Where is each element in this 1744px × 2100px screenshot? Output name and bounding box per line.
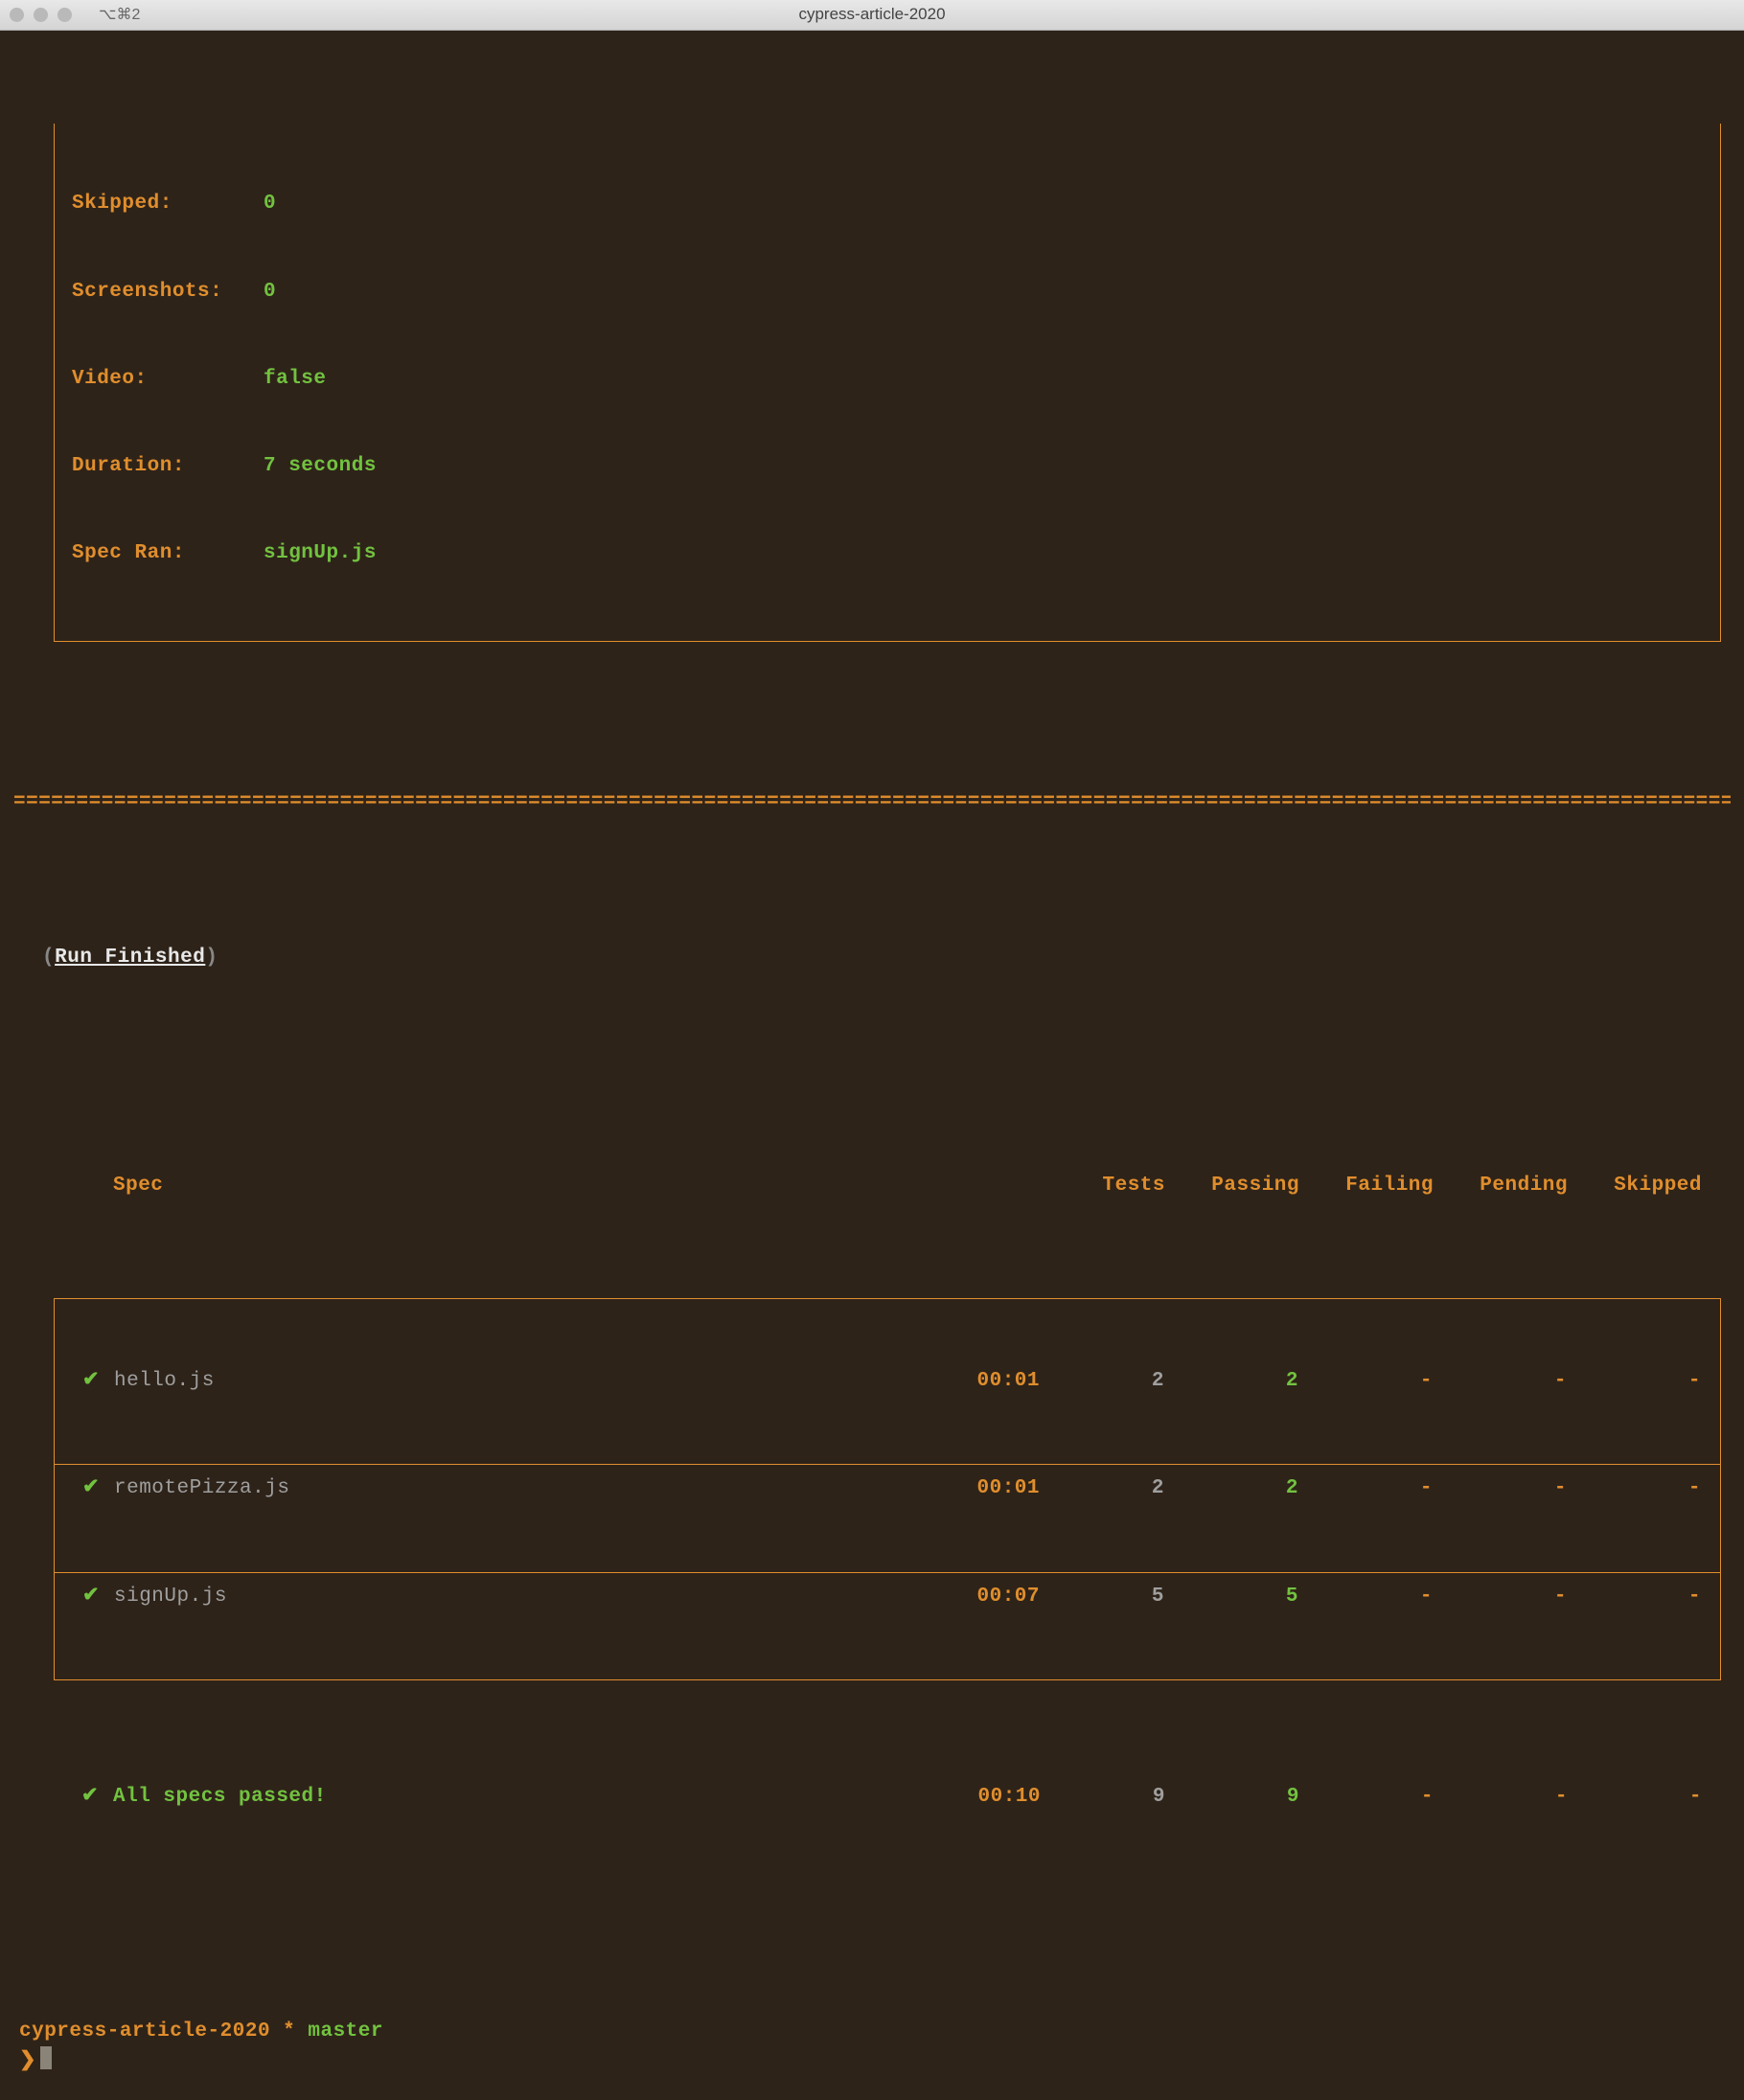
col-passing: Passing: [1171, 1172, 1305, 1200]
stats-label: Spec Ran:: [72, 539, 264, 568]
prompt-caret-icon: ❯: [19, 2050, 36, 2072]
stats-value: 0: [264, 190, 276, 218]
close-icon[interactable]: [10, 8, 24, 22]
spec-skipped: -: [1572, 1583, 1707, 1611]
footer-failing: -: [1305, 1783, 1439, 1812]
spec-results-table: Spec Tests Passing Failing Pending Skipp…: [54, 1114, 1721, 1871]
spec-name: signUp.js: [114, 1583, 921, 1611]
window-titlebar: ⌥⌘2 cypress-article-2020: [0, 0, 1744, 31]
table-footer: ✔ All specs passed! 00:10 9 9 - - -: [54, 1768, 1721, 1812]
table-header: Spec Tests Passing Failing Pending Skipp…: [54, 1172, 1721, 1210]
spec-failing: -: [1304, 1474, 1438, 1503]
minimize-icon[interactable]: [34, 8, 48, 22]
spec-failing: -: [1304, 1583, 1438, 1611]
spec-passing: 2: [1170, 1474, 1304, 1503]
spec-tests: 2: [1045, 1474, 1170, 1503]
spec-time: 00:01: [921, 1367, 1045, 1396]
check-icon: ✔: [67, 1783, 113, 1812]
stats-label: Skipped:: [72, 190, 264, 218]
stats-row-spec-ran: Spec Ran: signUp.js: [72, 539, 1703, 568]
footer-passing: 9: [1171, 1783, 1305, 1812]
tab-shortcut-hint: ⌥⌘2: [99, 4, 140, 26]
spec-skipped: -: [1572, 1367, 1707, 1396]
paren-close: ): [205, 947, 218, 969]
stats-value: 7 seconds: [264, 452, 377, 481]
footer-text: All specs passed!: [113, 1783, 922, 1812]
zoom-icon[interactable]: [57, 8, 72, 22]
footer-pending: -: [1439, 1783, 1573, 1812]
git-dirty-icon: *: [283, 2020, 295, 2043]
section-divider: ========================================…: [13, 788, 1731, 817]
col-skipped: Skipped: [1573, 1172, 1708, 1200]
stats-row-skipped: Skipped: 0: [72, 190, 1703, 218]
spec-passing: 2: [1170, 1367, 1304, 1396]
spec-tests: 2: [1045, 1367, 1170, 1396]
stats-value: signUp.js: [264, 539, 377, 568]
spec-failing: -: [1304, 1367, 1438, 1396]
stats-label: Video:: [72, 365, 264, 394]
footer-skipped: -: [1573, 1783, 1708, 1812]
spec-time: 00:01: [921, 1474, 1045, 1503]
stats-label: Duration:: [72, 452, 264, 481]
run-stats-box: Skipped: 0 Screenshots: 0 Video: false D…: [54, 124, 1721, 641]
run-finished-heading: (Run Finished): [42, 944, 1731, 972]
stats-label: Screenshots:: [72, 278, 264, 307]
spec-pending: -: [1438, 1474, 1572, 1503]
table-body: ✔ hello.js 00:01 2 2 - - - ✔ remotePizza…: [54, 1298, 1721, 1680]
col-tests: Tests: [1046, 1172, 1171, 1200]
table-row: ✔ signUp.js 00:07 5 5 - - -: [55, 1572, 1720, 1621]
footer-time: 00:10: [922, 1783, 1046, 1812]
prompt-path: cypress-article-2020: [19, 2020, 270, 2043]
terminal-output: Skipped: 0 Screenshots: 0 Video: false D…: [0, 31, 1744, 2100]
cursor-icon[interactable]: [40, 2046, 52, 2069]
col-spec: Spec: [113, 1172, 922, 1200]
table-row: ✔ remotePizza.js 00:01 2 2 - - -: [55, 1464, 1720, 1513]
stats-row-video: Video: false: [72, 365, 1703, 394]
footer-tests: 9: [1046, 1783, 1171, 1812]
spec-tests: 5: [1045, 1583, 1170, 1611]
paren-open: (: [42, 947, 55, 969]
shell-prompt[interactable]: cypress-article-2020 * master ❯: [19, 2018, 1731, 2077]
spec-pending: -: [1438, 1367, 1572, 1396]
stats-value: 0: [264, 278, 276, 307]
stats-row-duration: Duration: 7 seconds: [72, 452, 1703, 481]
col-pending: Pending: [1439, 1172, 1573, 1200]
check-icon: ✔: [68, 1367, 114, 1396]
check-icon: ✔: [68, 1583, 114, 1611]
stats-value: false: [264, 365, 327, 394]
spec-passing: 5: [1170, 1583, 1304, 1611]
stats-row-screenshots: Screenshots: 0: [72, 278, 1703, 307]
check-icon: ✔: [68, 1474, 114, 1503]
spec-name: remotePizza.js: [114, 1474, 921, 1503]
spec-skipped: -: [1572, 1474, 1707, 1503]
table-row: ✔ hello.js 00:01 2 2 - - -: [55, 1358, 1720, 1405]
window-title: cypress-article-2020: [0, 3, 1744, 27]
spec-time: 00:07: [921, 1583, 1045, 1611]
git-branch: master: [308, 2020, 383, 2043]
run-finished-text: Run Finished: [55, 947, 205, 969]
col-failing: Failing: [1305, 1172, 1439, 1200]
traffic-lights[interactable]: [10, 8, 72, 22]
spec-pending: -: [1438, 1583, 1572, 1611]
spec-name: hello.js: [114, 1367, 921, 1396]
